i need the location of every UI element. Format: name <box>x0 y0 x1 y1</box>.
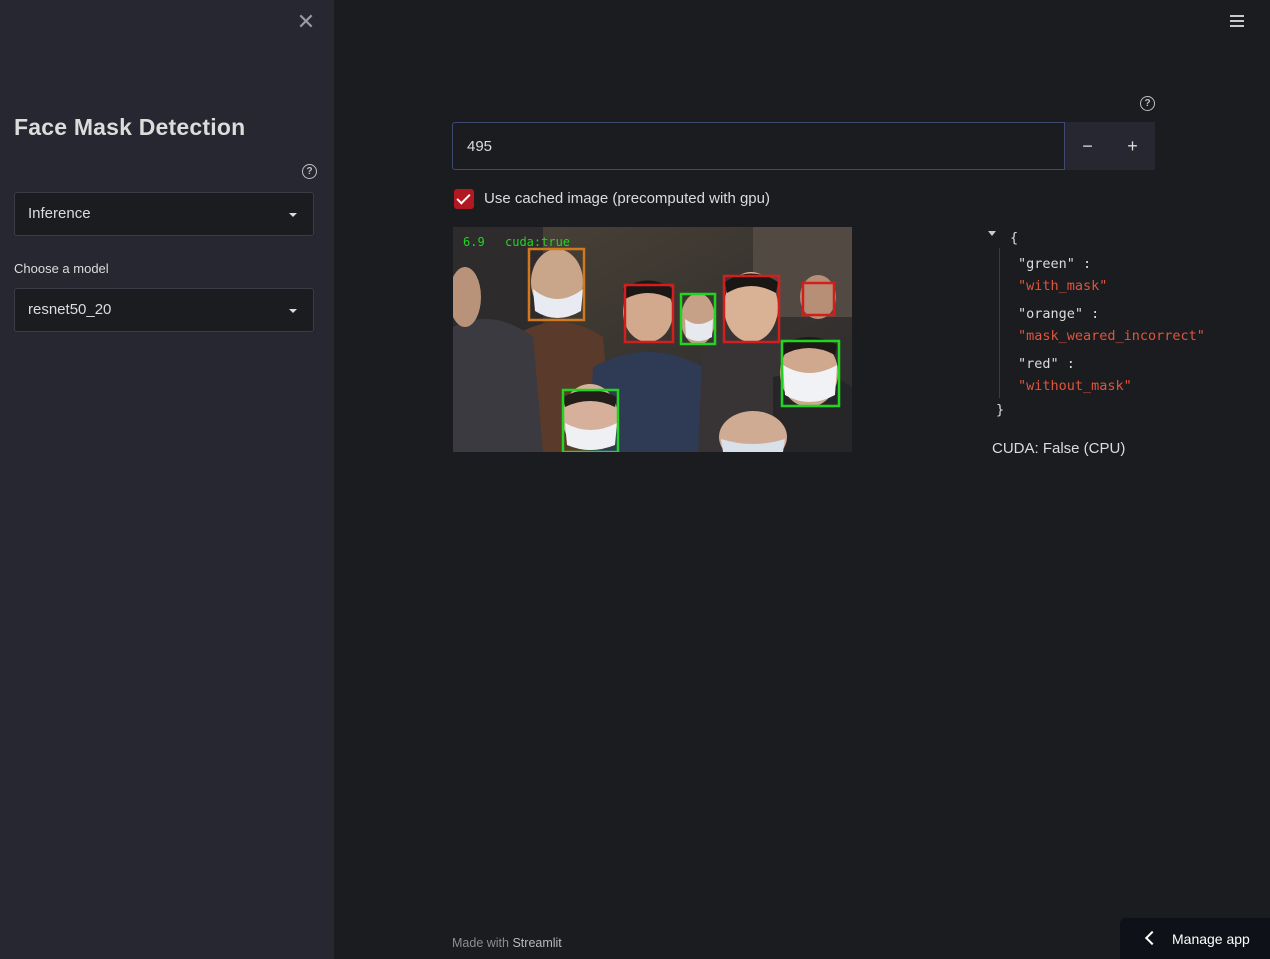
model-select[interactable]: resnet50_20 <box>14 288 314 332</box>
json-open-brace: { <box>1010 230 1019 246</box>
json-value-mask-weared-incorrect: "mask_weared_incorrect" <box>1018 328 1205 344</box>
streamlit-link[interactable]: Streamlit <box>512 936 561 950</box>
decrement-button[interactable]: − <box>1065 122 1110 170</box>
json-key-red: "red" : <box>1018 356 1075 372</box>
footer-made-with: Made with <box>452 936 509 950</box>
manage-app-label: Manage app <box>1172 931 1250 947</box>
help-icon[interactable]: ? <box>1140 96 1155 111</box>
cuda-overlay-text: cuda:true <box>505 235 570 249</box>
main-area: ? 495 − + Use cached image (precomputed … <box>334 0 1270 959</box>
close-icon[interactable]: ✕ <box>296 11 316 33</box>
increment-button[interactable]: + <box>1110 122 1155 170</box>
fps-overlay-text: 6.9 <box>463 235 485 249</box>
use-cached-image-checkbox[interactable] <box>454 189 474 209</box>
app-title: Face Mask Detection <box>14 114 246 140</box>
chevron-down-icon <box>289 213 297 217</box>
chevron-down-icon <box>289 309 297 313</box>
checkbox-label: Use cached image (precomputed with gpu) <box>484 190 770 207</box>
footer: Made with Streamlit <box>452 936 562 950</box>
model-select-value: resnet50_20 <box>28 301 112 318</box>
chevron-left-icon <box>1144 930 1160 946</box>
hamburger-menu-icon[interactable] <box>1230 15 1244 29</box>
image-index-number-input: 495 − + <box>452 122 1156 170</box>
manage-app-button[interactable]: Manage app <box>1120 918 1270 959</box>
json-indent-guide <box>999 248 1000 398</box>
json-value-without-mask: "without_mask" <box>1018 378 1132 394</box>
help-icon[interactable]: ? <box>302 164 317 179</box>
mode-select-value: Inference <box>28 205 91 222</box>
model-select-label: Choose a model <box>14 261 109 276</box>
json-key-orange: "orange" : <box>1018 306 1100 322</box>
json-value-with-mask: "with_mask" <box>1018 278 1108 294</box>
detection-result-image: 6.9 cuda:true <box>453 227 852 452</box>
mode-select[interactable]: Inference <box>14 192 314 236</box>
json-close-brace: } <box>996 402 1005 418</box>
sidebar: ✕ Face Mask Detection ? Inference Choose… <box>0 0 334 959</box>
collapse-triangle-icon[interactable] <box>988 231 996 236</box>
number-input-field[interactable]: 495 <box>452 122 1065 170</box>
number-input-value: 495 <box>467 138 493 155</box>
json-key-green: "green" : <box>1018 256 1092 272</box>
cuda-status-text: CUDA: False (CPU) <box>992 440 1126 457</box>
